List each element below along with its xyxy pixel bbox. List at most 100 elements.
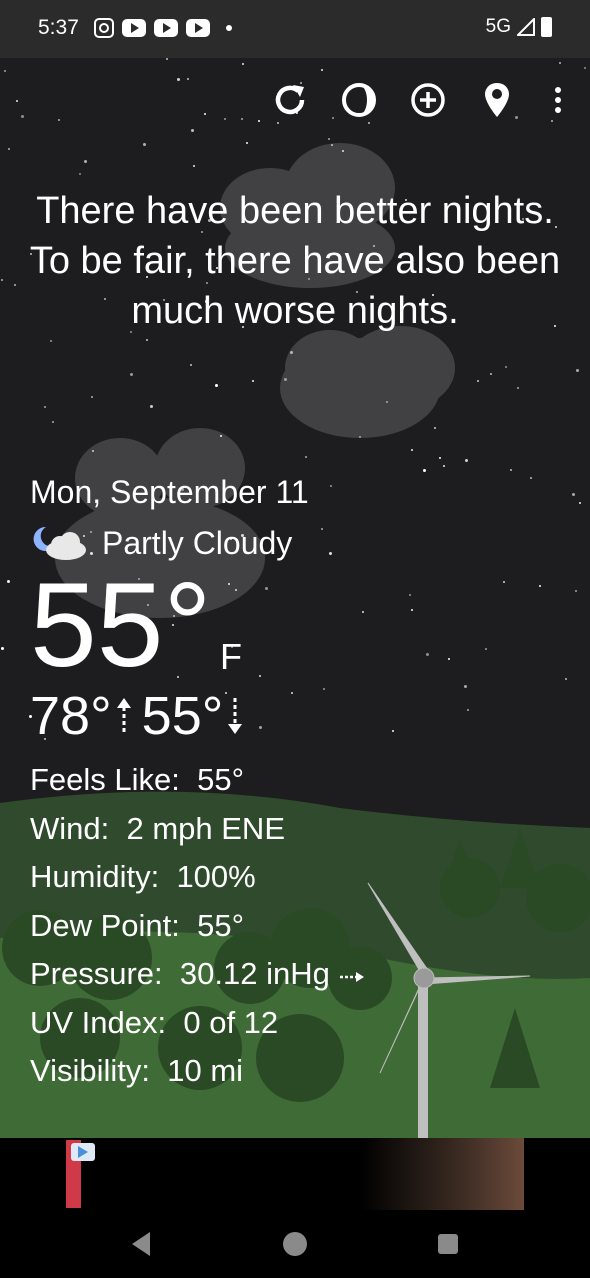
recents-icon[interactable]	[436, 1232, 460, 1256]
star	[1, 279, 3, 281]
detail-dew-point: Dew Point: 55°	[30, 907, 245, 943]
home-icon[interactable]	[281, 1230, 309, 1258]
star	[235, 589, 237, 591]
star	[146, 339, 148, 341]
star	[8, 148, 10, 150]
star	[579, 502, 581, 504]
star	[467, 709, 469, 711]
refresh-icon[interactable]	[268, 78, 312, 122]
star	[331, 144, 333, 146]
star	[465, 459, 468, 462]
star	[505, 366, 507, 368]
star	[259, 675, 261, 677]
star	[290, 351, 293, 354]
star	[224, 118, 226, 120]
star	[342, 150, 344, 152]
location-pin-icon[interactable]	[475, 78, 519, 122]
star	[130, 373, 133, 376]
arrow-up-icon	[116, 698, 131, 734]
temperature-unit: F	[220, 636, 242, 677]
add-location-icon[interactable]	[406, 78, 450, 122]
status-time: 5:37	[38, 16, 79, 39]
status-bar: 5:37 5G	[0, 0, 590, 58]
star	[284, 378, 287, 381]
star	[323, 688, 325, 690]
youtube-icon	[122, 19, 146, 37]
pressure-steady-arrow-icon	[340, 972, 365, 982]
star	[584, 67, 586, 69]
ad-banner[interactable]	[0, 1138, 590, 1210]
star	[84, 160, 87, 163]
instagram-icon	[94, 18, 114, 38]
star	[150, 405, 153, 408]
star	[259, 726, 262, 729]
battery-icon	[541, 17, 552, 37]
high-temperature: 78°	[30, 686, 112, 746]
star	[241, 118, 243, 120]
star	[193, 165, 195, 167]
star	[7, 580, 10, 583]
back-icon[interactable]	[128, 1230, 154, 1258]
detail-feels-like: Feels Like: 55°	[30, 762, 245, 797]
star	[572, 493, 575, 496]
star	[539, 585, 541, 587]
star	[177, 78, 180, 81]
star	[143, 143, 146, 146]
condition-label: Partly Cloudy	[102, 524, 293, 561]
navigation-bar	[0, 1210, 590, 1278]
notification-dot-icon	[226, 25, 232, 31]
star	[92, 450, 94, 452]
detail-pressure: Pressure: 30.12 inHg	[30, 950, 366, 999]
current-date: Mon, September 11	[30, 474, 309, 510]
star	[485, 648, 487, 650]
star	[328, 138, 330, 140]
star	[439, 457, 441, 459]
star	[411, 609, 413, 611]
star	[576, 369, 579, 372]
star	[503, 581, 505, 583]
star	[411, 449, 413, 451]
star	[426, 653, 429, 656]
signal-icon	[517, 18, 535, 36]
star	[559, 62, 561, 64]
star	[362, 611, 364, 613]
star	[423, 469, 426, 472]
star	[575, 590, 577, 592]
detail-humidity: Humidity: 100%	[30, 859, 256, 894]
partly-cloudy-night-icon	[33, 526, 86, 560]
moon-phase-icon[interactable]	[337, 78, 381, 122]
star	[477, 380, 479, 382]
network-type: 5G	[485, 16, 511, 37]
star	[191, 129, 194, 132]
star	[277, 122, 279, 124]
star	[329, 552, 332, 555]
detail-wind: Wind: 2 mph ENE	[30, 810, 285, 846]
star	[220, 435, 222, 437]
star	[368, 122, 370, 124]
star	[50, 340, 52, 342]
high-low: 78° 55°	[30, 686, 245, 746]
star	[448, 658, 450, 660]
ad-choices-icon[interactable]	[70, 1142, 96, 1162]
star	[305, 456, 307, 458]
star	[392, 730, 394, 732]
arrow-down-icon	[228, 698, 243, 734]
star	[228, 583, 230, 585]
star	[464, 685, 467, 688]
star	[330, 485, 332, 487]
star	[386, 401, 388, 403]
star	[4, 70, 6, 72]
star	[190, 364, 192, 366]
star	[530, 477, 532, 479]
star	[16, 100, 18, 102]
star	[517, 387, 519, 389]
star	[434, 427, 436, 429]
star	[443, 465, 445, 467]
star	[265, 587, 268, 590]
current-temperature: 55°	[30, 558, 212, 692]
star	[565, 678, 567, 680]
star	[187, 78, 189, 80]
more-vert-icon[interactable]	[536, 78, 580, 122]
star	[91, 396, 93, 398]
star	[321, 528, 323, 530]
